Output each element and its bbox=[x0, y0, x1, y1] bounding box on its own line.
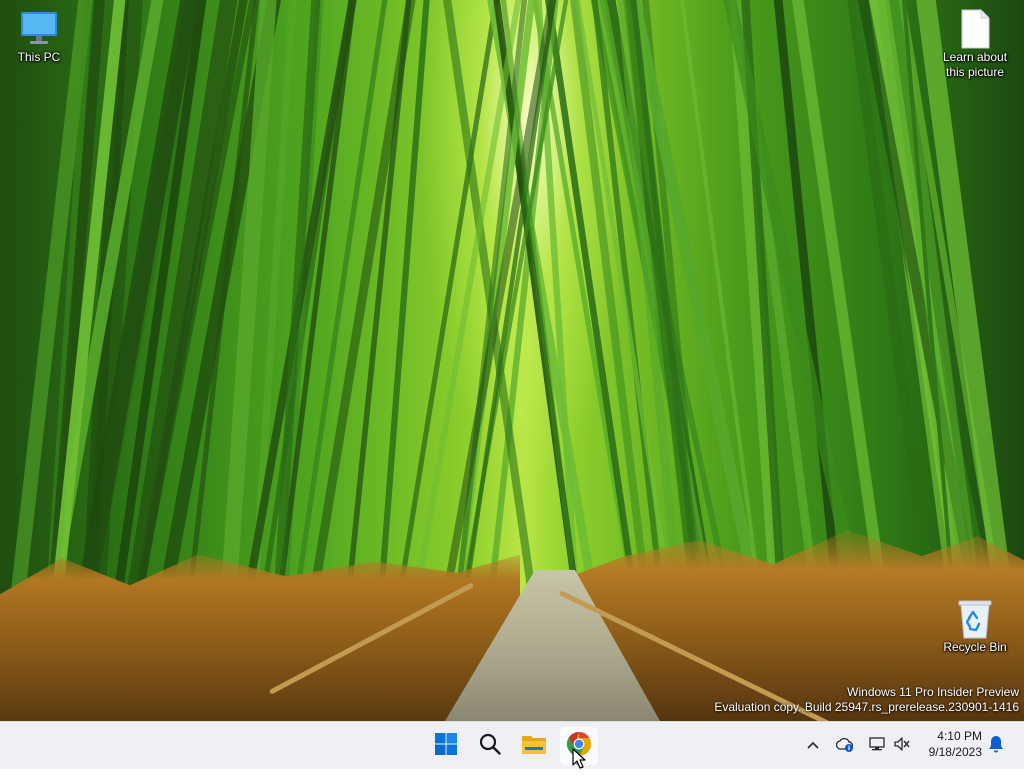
network-tray-button[interactable] bbox=[866, 735, 888, 757]
watermark-edition: Windows 11 Pro Insider Preview bbox=[847, 685, 1019, 699]
onedrive-icon bbox=[834, 736, 854, 757]
desktop-icon-label: This PC bbox=[17, 50, 61, 64]
desktop-wallpaper bbox=[0, 0, 1024, 721]
file-explorer-button[interactable] bbox=[515, 727, 553, 765]
file-explorer-icon bbox=[521, 732, 547, 761]
desktop-icon-label: Learn about this picture bbox=[942, 50, 1008, 79]
clock-date: 9/18/2023 bbox=[928, 745, 982, 759]
volume-muted-icon bbox=[893, 736, 911, 757]
watermark-build: Evaluation copy. Build 25947.rs_prerelea… bbox=[714, 700, 1019, 714]
this-pc-icon bbox=[19, 8, 59, 48]
document-icon bbox=[955, 8, 995, 49]
clock-time: 4:10 PM bbox=[937, 729, 982, 743]
windows-start-icon bbox=[434, 732, 458, 761]
onedrive-tray-button[interactable] bbox=[833, 735, 855, 757]
start-button[interactable] bbox=[427, 727, 465, 765]
taskbar: 4:10 PM 9/18/2023 bbox=[0, 721, 1024, 769]
recycle-bin-icon bbox=[955, 598, 995, 639]
chevron-up-icon bbox=[806, 737, 820, 755]
desktop-icon-label: Recycle Bin bbox=[943, 640, 1007, 654]
desktop-icon-learn-about-picture[interactable]: Learn about this picture bbox=[935, 8, 1015, 80]
show-hidden-icons-button[interactable] bbox=[802, 735, 824, 757]
desktop-icon-recycle-bin[interactable]: Recycle Bin bbox=[935, 598, 1015, 655]
notification-center-button[interactable] bbox=[985, 735, 1007, 757]
desktop-icon-this-pc[interactable]: This PC bbox=[0, 8, 79, 65]
search-icon bbox=[478, 732, 502, 761]
search-button[interactable] bbox=[471, 727, 509, 765]
mouse-cursor-icon bbox=[572, 748, 586, 775]
evaluation-watermark: Windows 11 Pro Insider Preview Evaluatio… bbox=[714, 685, 1019, 715]
volume-tray-button[interactable] bbox=[891, 735, 913, 757]
network-icon bbox=[868, 736, 886, 757]
notification-bell-icon bbox=[988, 735, 1004, 758]
taskbar-clock[interactable]: 4:10 PM 9/18/2023 bbox=[929, 728, 982, 760]
